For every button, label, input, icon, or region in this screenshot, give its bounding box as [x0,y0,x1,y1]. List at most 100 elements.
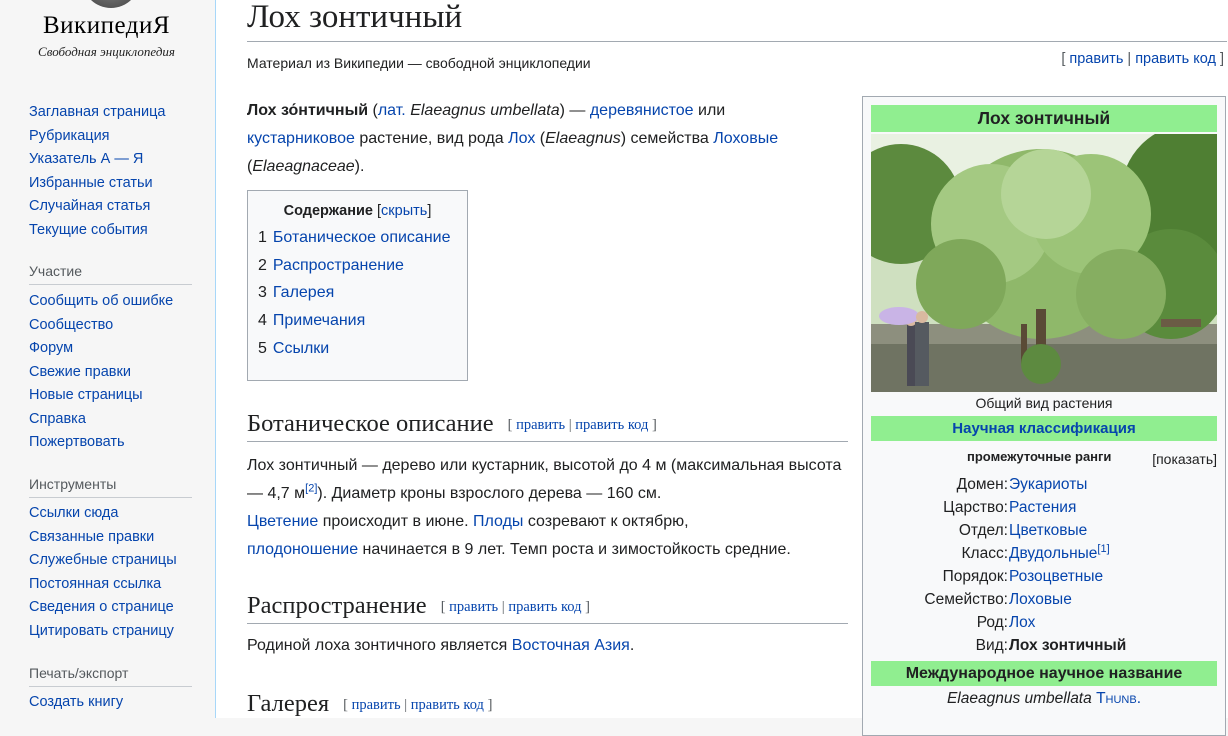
page-title: Лох зонтичный [247,0,1227,42]
taxon-link-domain[interactable]: Эукариоты [1009,473,1087,496]
nav-print: Создать книгу [29,691,123,715]
nav-help[interactable]: Справка [29,411,86,427]
taxon-row-kingdom: Царство: Растения [871,496,1217,519]
plant-photo[interactable] [871,134,1217,392]
nav-what-links-here[interactable]: Ссылки сюда [29,505,118,521]
section-edit-links: [ править | править код ] [440,599,590,615]
flowering-link[interactable]: Цветение [247,513,318,530]
nav-related-changes[interactable]: Связанные правки [29,529,154,545]
image-caption: Общий вид растения [975,395,1113,411]
edit-code-link[interactable]: править код [411,697,484,713]
edit-link[interactable]: править [449,599,498,615]
reference-link[interactable]: [1] [1097,543,1109,555]
nav-special-pages[interactable]: Служебные страницы [29,552,177,568]
nav-main: Заглавная страница Рубрикация Указатель … [29,101,165,242]
logo-tagline: Свободная энциклопедия [38,44,175,59]
tools-heading[interactable]: Инструменты [29,476,192,498]
nav-page-info[interactable]: Сведения о странице [29,599,174,615]
wikipedia-logo[interactable]: ВикипедиЯ Свободная энциклопедия [22,0,192,70]
show-ranks-toggle[interactable]: [показать] [1152,451,1217,467]
intermediate-ranks-label: промежуточные ранги [967,449,1112,464]
intermediate-ranks-row: промежуточные ранги [показать] [871,441,1217,473]
family-latin: Elaeagnaceae [252,158,355,175]
section-edit-links: [ править | править код ] [507,417,657,433]
nav-current-events[interactable]: Текущие события [29,222,148,238]
section-edit-links: [ править | править код ] [343,697,493,713]
article-content: Лох зонтичный Материал из Википедии — св… [215,0,1228,736]
toc-item[interactable]: 2 Распространение [258,252,459,280]
nav-create-book[interactable]: Создать книгу [29,694,123,710]
edit-code-link[interactable]: править код [575,417,648,433]
reference-link[interactable]: [2] [305,483,317,495]
taxon-link-genus[interactable]: Лох [1009,611,1035,634]
nav-report-error[interactable]: Сообщить об ошибке [29,293,173,309]
toc-item[interactable]: 3 Галерея [258,279,459,307]
section-heading-distribution: Распространение[ править | править код ] [247,590,848,624]
woody-link[interactable]: деревянистое [590,102,694,119]
genus-latin: Elaeagnus [545,130,621,147]
sidebar: ВикипедиЯ Свободная энциклопедия Заглавн… [0,0,215,718]
species-name: Лох зонтичный [1009,637,1127,654]
nav-index[interactable]: Указатель А — Я [29,151,143,167]
family-link[interactable]: Лоховые [713,130,778,147]
toc-hide-link[interactable]: скрыть [381,203,427,219]
edit-link[interactable]: править [1069,51,1123,67]
author-link[interactable]: Thunb. [1096,690,1141,707]
latin-abbr-link[interactable]: лат. [378,102,406,119]
toc-list: 1 Ботаническое описание 2 Распространение … [256,224,459,363]
nav-main-page[interactable]: Заглавная страница [29,104,165,120]
international-name: Elaeagnus umbellata Thunb. [946,690,1142,707]
nav-new-pages[interactable]: Новые страницы [29,387,143,403]
taxon-link-class[interactable]: Двудольные [1009,545,1097,562]
east-asia-link[interactable]: Восточная Азия [512,637,630,654]
site-subtitle: Материал из Википедии — свободной энцикл… [247,55,591,71]
classification-header[interactable]: Научная классификация [871,416,1217,441]
nav-recent-changes[interactable]: Свежие правки [29,364,131,380]
edit-code-link[interactable]: править код [1135,51,1216,67]
taxon-row-class: Класс: Двудольные[1] [961,542,1110,562]
taxon-row-order: Порядок: Розоцветные [871,565,1217,588]
edit-code-link[interactable]: править код [508,599,581,615]
taxon-link-family[interactable]: Лоховые [1009,588,1072,611]
tree-photo-illustration [871,134,1217,392]
nav-participation: Сообщить об ошибке Сообщество Форум Свеж… [29,290,173,455]
nav-permanent-link[interactable]: Постоянная ссылка [29,576,161,592]
genus-link[interactable]: Лох [508,130,535,147]
table-of-contents: Содержание [скрыть] 1 Ботаническое описан… [247,190,468,381]
botanical-paragraph: Лох зонтичный — дерево или кустарник, вы… [247,457,842,558]
fruiting-link[interactable]: плодоношение [247,541,358,558]
infobox: Лох зонтичный Общий вид растения Научная… [862,96,1226,736]
puzzle-globe-icon [82,0,140,8]
taxon-row-division: Отдел: Цветковые [871,519,1217,542]
edit-link[interactable]: править [516,417,565,433]
taxon-row-genus: Род: Лох [871,611,1217,634]
nav-featured[interactable]: Избранные статьи [29,175,153,191]
edit-link[interactable]: править [352,697,401,713]
nav-forum[interactable]: Форум [29,340,73,356]
nav-donate[interactable]: Пожертвовать [29,434,125,450]
latin-name: Elaeagnus umbellata [410,102,560,119]
fruit-link[interactable]: Плоды [473,513,523,530]
nav-cite-page[interactable]: Цитировать страницу [29,623,174,639]
article-subject: Лох зо́нтичный [247,102,369,119]
taxon-row-family: Семейство: Лоховые [871,588,1217,611]
toc-item[interactable]: 1 Ботаническое описание [258,224,459,252]
nav-categories[interactable]: Рубрикация [29,128,110,144]
international-name-header: Международное научное название [871,661,1217,686]
toc-item[interactable]: 4 Примечания [258,307,459,335]
nav-random[interactable]: Случайная статья [29,198,150,214]
nav-tools: Ссылки сюда Связанные правки Служебные с… [29,502,177,643]
shrub-link[interactable]: кустарниковое [247,130,355,147]
section-heading-botanical: Ботаническое описание[ править | править… [247,408,848,442]
taxon-link-kingdom[interactable]: Растения [1009,496,1076,519]
taxon-link-order[interactable]: Розоцветные [1009,565,1103,588]
toc-item[interactable]: 5 Ссылки [258,335,459,363]
nav-community[interactable]: Сообщество [29,317,113,333]
taxon-link-division[interactable]: Цветковые [1009,519,1087,542]
logo-title: ВикипедиЯ [43,12,170,39]
print-export-heading[interactable]: Печать/экспорт [29,665,192,687]
distribution-paragraph: Родиной лоха зонтичного является Восточн… [247,637,635,654]
toc-title: Содержание [скрыть] [283,203,432,219]
intro-paragraph: Лох зо́нтичный (лат. Elaeagnus umbellata… [247,102,779,175]
participation-heading[interactable]: Участие [29,263,192,285]
